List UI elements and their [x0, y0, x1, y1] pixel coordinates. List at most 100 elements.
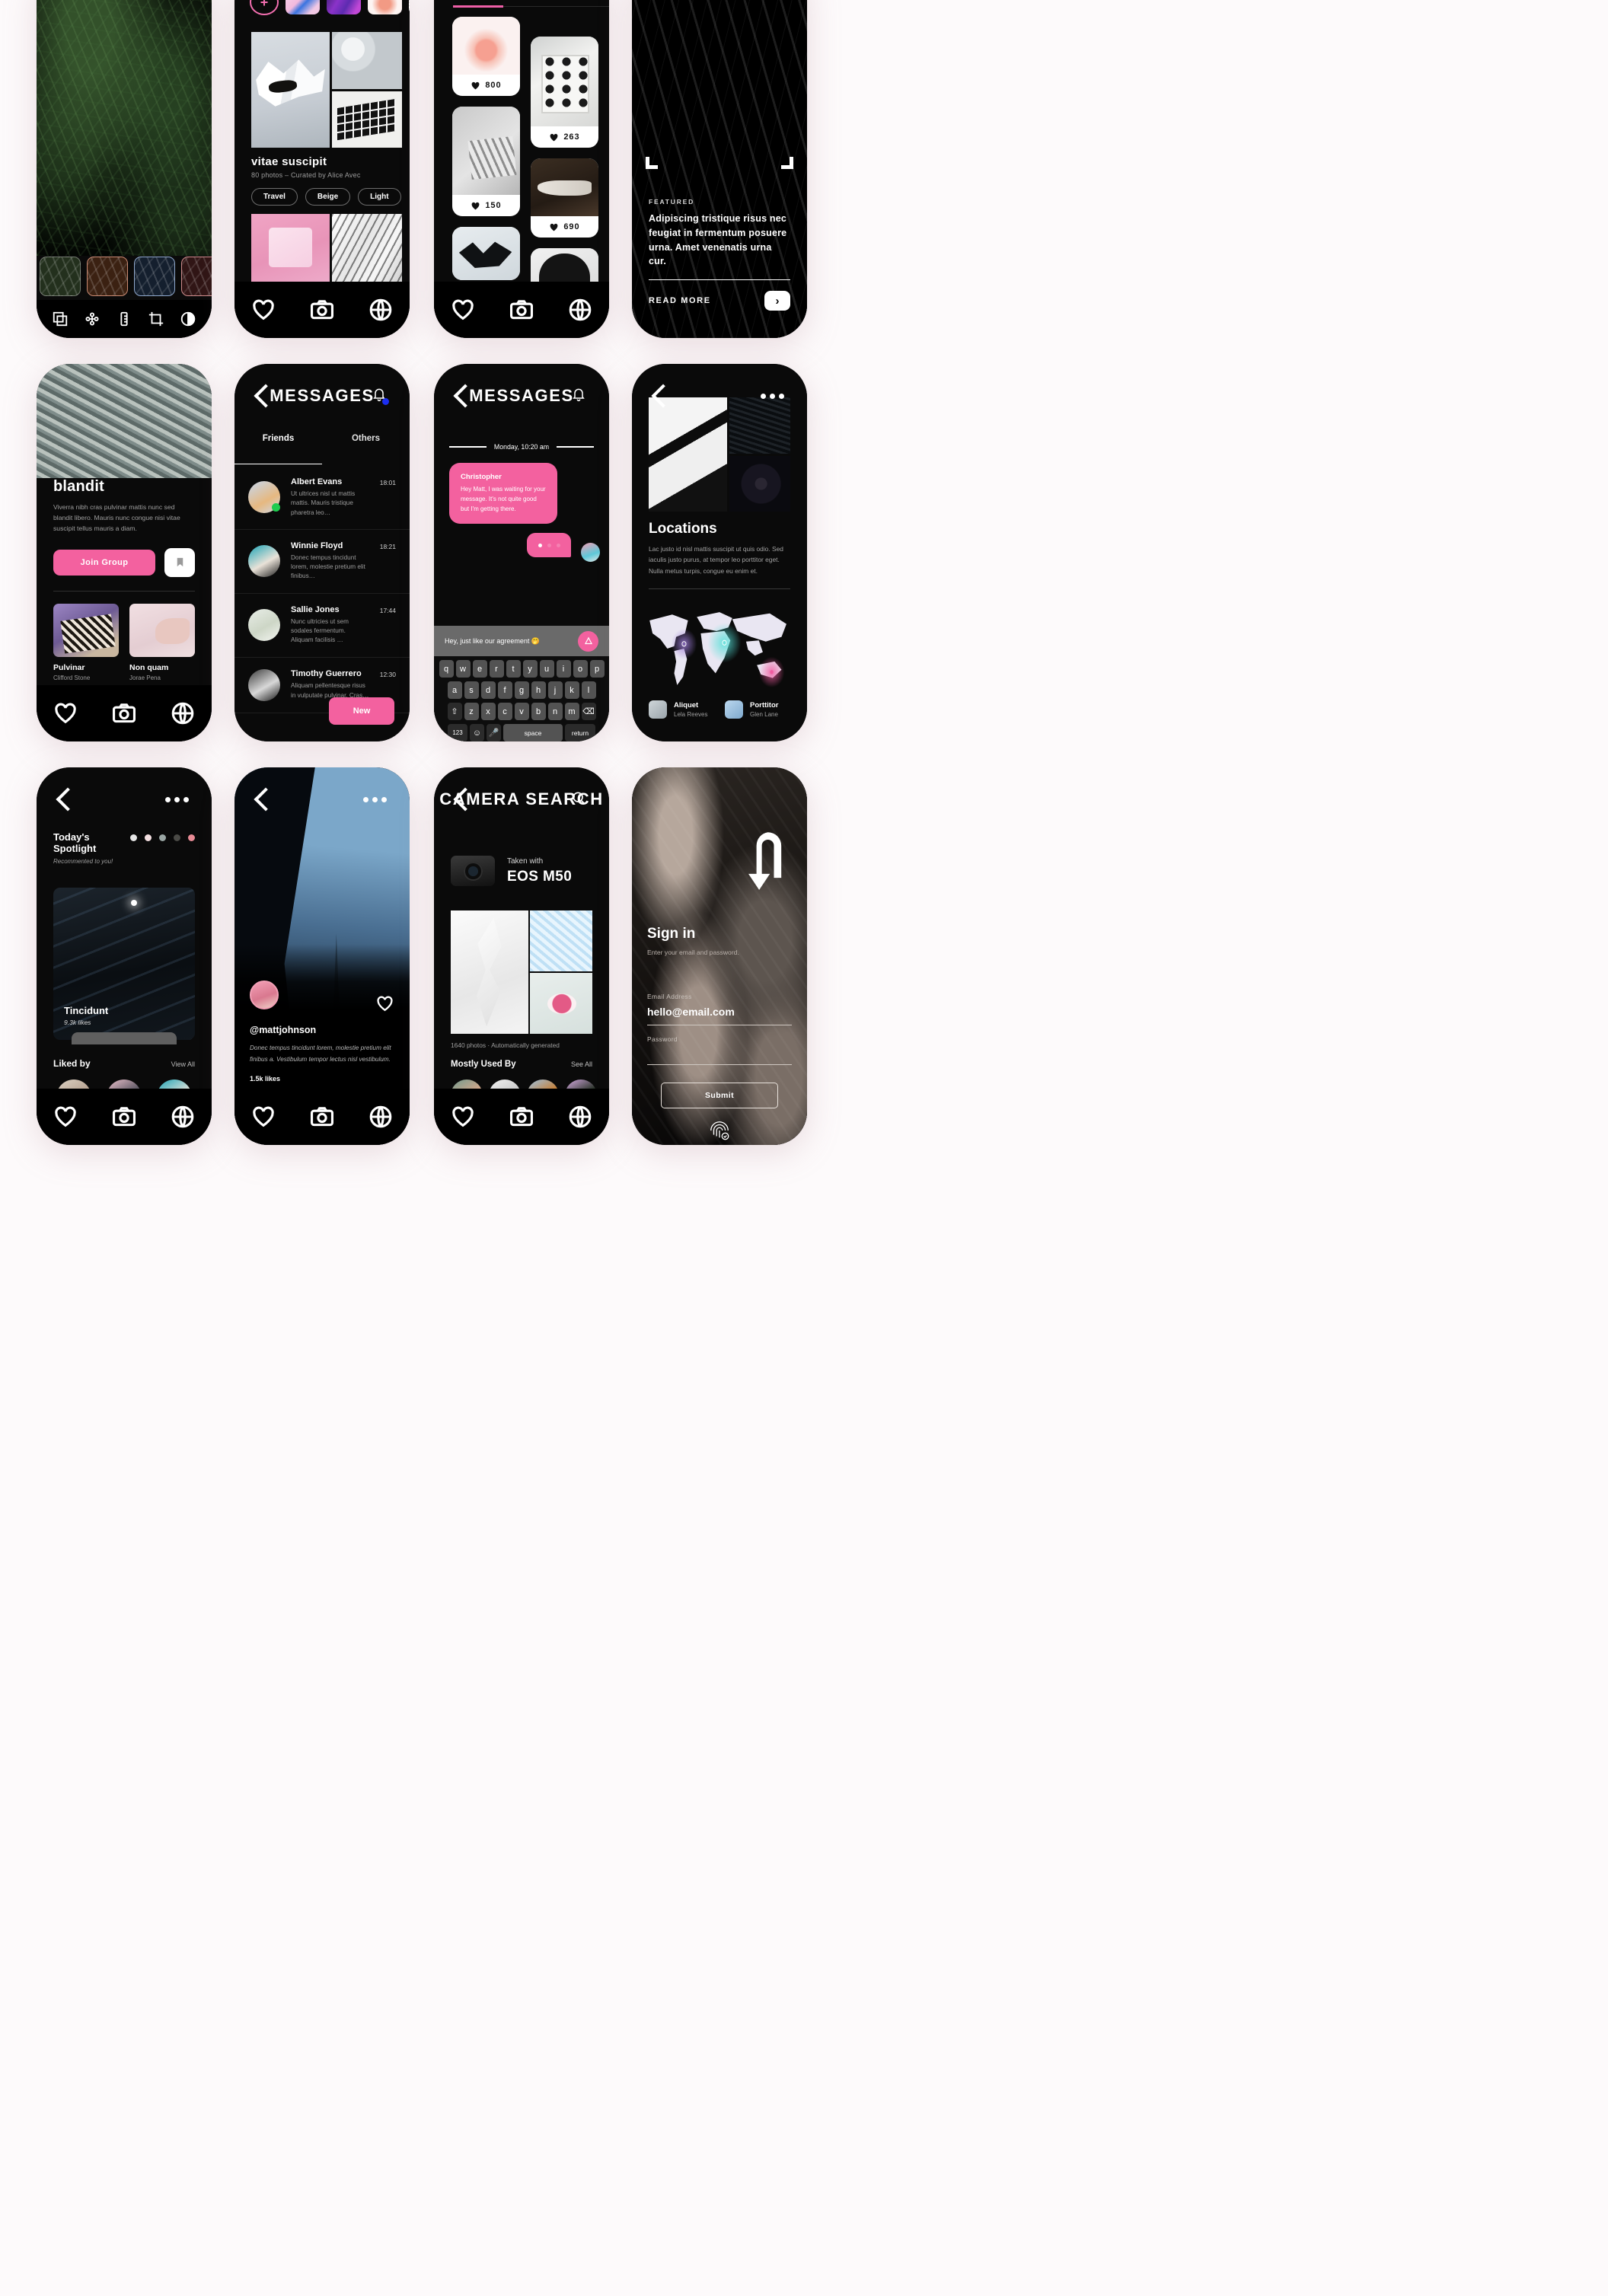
filter-thumb[interactable]: [40, 257, 81, 296]
key-f[interactable]: f: [497, 681, 512, 699]
palette-dot[interactable]: [130, 834, 137, 841]
collection-photo[interactable]: [332, 214, 402, 282]
return-key[interactable]: return: [565, 724, 595, 741]
collection-image-grid[interactable]: [251, 32, 402, 148]
save-button[interactable]: [164, 547, 195, 577]
camera-icon[interactable]: [111, 1104, 137, 1130]
heart-icon[interactable]: [250, 1104, 276, 1130]
view-all-link[interactable]: View All: [171, 1060, 195, 1068]
key-y[interactable]: y: [522, 660, 538, 678]
globe-icon[interactable]: [567, 297, 593, 323]
camera-photo[interactable]: [530, 910, 592, 971]
palette-dot[interactable]: [174, 834, 180, 841]
key-o[interactable]: o: [573, 660, 588, 678]
key-r[interactable]: r: [489, 660, 504, 678]
crop-icon[interactable]: [148, 311, 164, 327]
more-options-icon[interactable]: [761, 393, 784, 399]
globe-icon[interactable]: [170, 700, 196, 726]
trending-card[interactable]: 690: [531, 158, 598, 238]
camera-photo[interactable]: [530, 973, 592, 1034]
heart-icon[interactable]: [53, 700, 78, 726]
notifications-button[interactable]: [571, 387, 586, 406]
send-button[interactable]: [578, 630, 598, 652]
backspace-key-icon[interactable]: ⌫: [581, 703, 596, 720]
space-key[interactable]: space: [503, 724, 563, 741]
conversation-row[interactable]: Sallie Jones Nunc ultricies ut sem sodal…: [234, 594, 410, 658]
filter-thumb[interactable]: [134, 257, 175, 296]
key-g[interactable]: g: [514, 681, 529, 699]
key-z[interactable]: z: [464, 703, 479, 720]
filter-thumb[interactable]: [87, 257, 128, 296]
palette-dot[interactable]: [188, 834, 195, 841]
contrast-icon[interactable]: [180, 311, 196, 327]
adjust-nodes-icon[interactable]: [84, 311, 100, 327]
shift-key-icon[interactable]: ⇧: [447, 703, 462, 720]
key-p[interactable]: p: [589, 660, 605, 678]
key-u[interactable]: u: [539, 660, 554, 678]
key-m[interactable]: m: [564, 703, 579, 720]
conversation-row[interactable]: Winnie Floyd Donec tempus tincidunt lore…: [234, 530, 410, 594]
add-story-button[interactable]: +: [250, 0, 279, 15]
story-thumb[interactable]: [327, 0, 361, 14]
like-button[interactable]: [375, 994, 394, 1017]
key-d[interactable]: d: [480, 681, 496, 699]
fingerprint-button[interactable]: [632, 1119, 807, 1142]
story-thumb[interactable]: [409, 0, 410, 14]
numeric-key[interactable]: 123: [448, 724, 467, 741]
key-j[interactable]: j: [547, 681, 563, 699]
filter-filmstrip[interactable]: [37, 253, 212, 300]
back-icon[interactable]: [651, 384, 675, 408]
stories-strip[interactable]: +: [234, 0, 410, 18]
heart-icon[interactable]: [250, 297, 276, 323]
globe-icon[interactable]: [567, 1104, 593, 1130]
tag-chip-travel[interactable]: Travel: [251, 188, 298, 206]
trending-card[interactable]: [452, 227, 520, 280]
tag-chip-beige[interactable]: Beige: [305, 188, 351, 206]
read-more-row[interactable]: READ MORE ›: [649, 291, 790, 311]
key-l[interactable]: l: [581, 681, 596, 699]
more-options-icon[interactable]: [363, 796, 387, 802]
composer-text[interactable]: Hey, just like our agreement 🤭: [445, 637, 540, 646]
palette-dot[interactable]: [159, 834, 166, 841]
next-collection-grid[interactable]: [251, 214, 402, 282]
key-n[interactable]: n: [547, 703, 563, 720]
location-item[interactable]: Porttitor Glen Lane: [725, 700, 790, 719]
join-group-button[interactable]: Join Group: [53, 549, 155, 576]
trending-card[interactable]: 263: [531, 37, 598, 148]
key-h[interactable]: h: [531, 681, 546, 699]
spotlight-hero-card[interactable]: Tincidunt 9.3k likes: [53, 888, 195, 1040]
collection-photo[interactable]: [332, 91, 402, 148]
more-options-icon[interactable]: [165, 796, 189, 802]
notifications-button[interactable]: [372, 387, 389, 406]
key-t[interactable]: t: [506, 660, 521, 678]
group-card[interactable]: Non quam Jorae Pena: [129, 603, 195, 681]
camera-icon[interactable]: [309, 1104, 335, 1130]
mic-key-icon[interactable]: 🎤: [487, 724, 501, 741]
location-photo[interactable]: [729, 455, 790, 512]
key-k[interactable]: k: [564, 681, 579, 699]
back-icon[interactable]: [56, 787, 80, 812]
emoji-key-icon[interactable]: ☺: [470, 724, 484, 741]
filter-thumb[interactable]: [181, 257, 212, 296]
key-e[interactable]: e: [472, 660, 487, 678]
camera-icon[interactable]: [509, 297, 534, 323]
group-card[interactable]: Pulvinar Clifford Stone: [53, 603, 119, 681]
globe-icon[interactable]: [170, 1104, 196, 1130]
collection-photo[interactable]: [251, 214, 330, 282]
palette-dot[interactable]: [145, 834, 152, 841]
on-screen-keyboard[interactable]: q w e r t y u i o p a s d f g h j k l ⇧ …: [434, 656, 609, 741]
trending-card[interactable]: 800: [452, 17, 520, 96]
heart-icon[interactable]: [450, 1104, 476, 1130]
camera-photo-grid[interactable]: [451, 910, 592, 1034]
heart-icon[interactable]: [53, 1104, 78, 1130]
camera-icon[interactable]: [111, 700, 137, 726]
next-arrow-icon[interactable]: ›: [764, 291, 790, 311]
collection-photo[interactable]: [332, 32, 402, 89]
conversation-row[interactable]: Albert Evans Ut ultrices nisl ut mattis …: [234, 466, 410, 530]
key-b[interactable]: b: [531, 703, 546, 720]
key-a[interactable]: a: [447, 681, 462, 699]
heart-icon[interactable]: [450, 297, 476, 323]
key-x[interactable]: x: [480, 703, 496, 720]
message-composer[interactable]: Hey, just like our agreement 🤭: [434, 626, 609, 656]
palette-dots[interactable]: [130, 834, 195, 841]
